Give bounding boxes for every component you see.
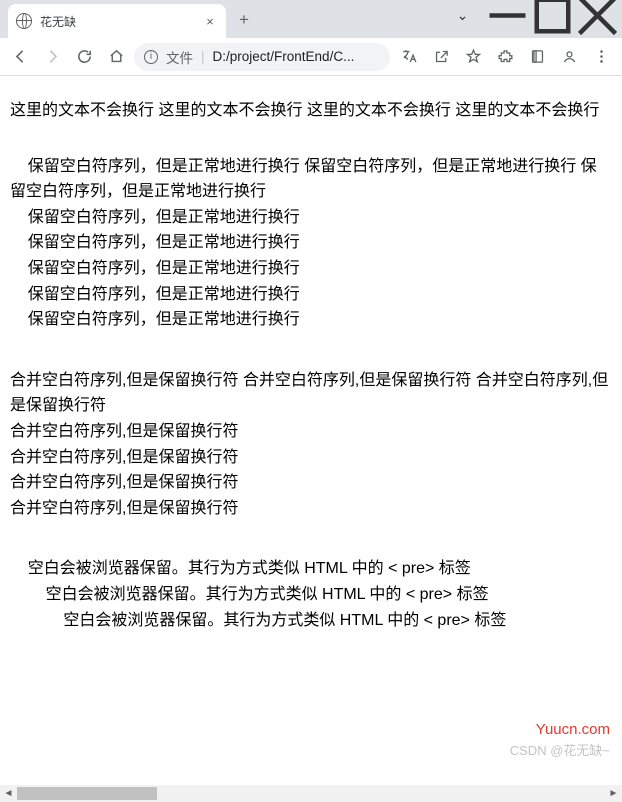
maximize-button[interactable]: [530, 0, 575, 30]
prewrap-text: 保留空白符序列，但是正常地进行换行 保留空白符序列，但是正常地进行换行 保留空白…: [10, 154, 612, 333]
window-controls: ⌄: [440, 0, 622, 30]
reading-list-icon[interactable]: [522, 43, 552, 71]
bookmark-icon[interactable]: [458, 43, 488, 71]
scroll-right-arrow[interactable]: ►: [605, 785, 622, 802]
toolbar-actions: [394, 43, 616, 71]
browser-tab[interactable]: 花无缺 ×: [8, 4, 226, 38]
info-icon[interactable]: i: [144, 50, 158, 64]
close-tab-icon[interactable]: ×: [202, 14, 218, 29]
translate-icon[interactable]: [394, 43, 424, 71]
browser-toolbar: i 文件 | D:/project/FrontEnd/C...: [0, 38, 622, 76]
forward-button[interactable]: [38, 43, 66, 71]
page-content: 这里的文本不会换行 这里的文本不会换行 这里的文本不会换行 这里的文本不会换行 …: [0, 76, 622, 782]
url-separator: |: [201, 49, 205, 64]
globe-icon: [16, 13, 32, 29]
menu-icon[interactable]: [586, 43, 616, 71]
url-scheme-label: 文件: [166, 47, 193, 67]
url-text: D:/project/FrontEnd/C...: [213, 49, 380, 64]
titlebar: 花无缺 × + ⌄: [0, 0, 622, 38]
scroll-left-arrow[interactable]: ◄: [0, 785, 17, 802]
site-watermark: Yuucn.com: [536, 718, 610, 742]
reload-button[interactable]: [70, 43, 98, 71]
address-bar[interactable]: i 文件 | D:/project/FrontEnd/C...: [134, 43, 390, 71]
back-button[interactable]: [6, 43, 34, 71]
tab-title: 花无缺: [40, 13, 194, 30]
new-tab-button[interactable]: +: [230, 6, 258, 34]
horizontal-scrollbar[interactable]: ◄ ►: [0, 785, 622, 802]
pre-text: 空白会被浏览器保留。其行为方式类似 HTML 中的 < pre> 标签 空白会被…: [10, 556, 612, 633]
author-watermark: CSDN @花无缺~: [510, 741, 610, 762]
minimize-button[interactable]: [485, 0, 530, 30]
tabs-dropdown-icon[interactable]: ⌄: [440, 0, 485, 30]
nowrap-text: 这里的文本不会换行 这里的文本不会换行 这里的文本不会换行 这里的文本不会换行: [10, 98, 612, 124]
close-window-button[interactable]: [575, 0, 620, 30]
profile-icon[interactable]: [554, 43, 584, 71]
share-icon[interactable]: [426, 43, 456, 71]
scroll-track[interactable]: [17, 785, 605, 802]
home-button[interactable]: [102, 43, 130, 71]
extensions-icon[interactable]: [490, 43, 520, 71]
preline-text: 合并空白符序列,但是保留换行符 合并空白符序列,但是保留换行符 合并空白符序列,…: [10, 368, 612, 522]
scroll-thumb[interactable]: [17, 787, 157, 800]
